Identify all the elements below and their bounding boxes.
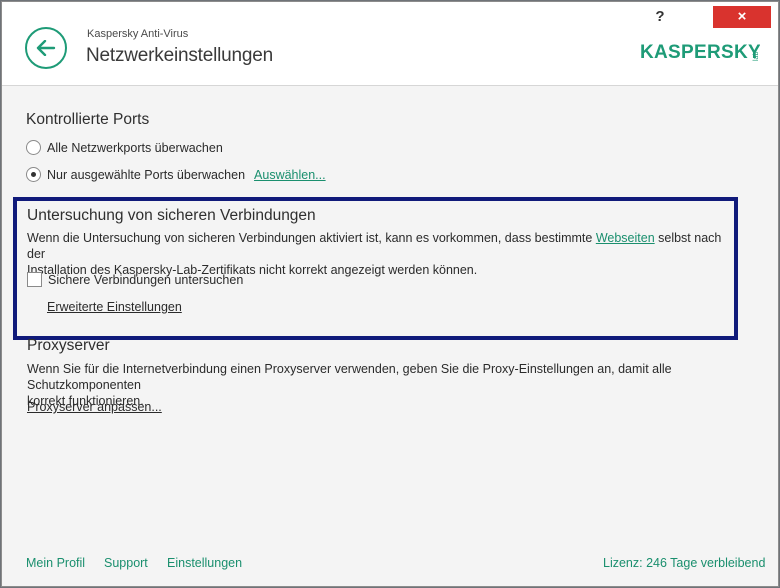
secure-connections-checkbox[interactable] <box>27 272 42 287</box>
close-button[interactable]: × <box>713 6 771 28</box>
svg-text:KASPERSKY: KASPERSKY <box>640 42 760 63</box>
proxy-section-title: Proxyserver <box>27 337 110 354</box>
radio-all-ports-label: Alle Netzwerkports überwachen <box>47 140 223 155</box>
app-window: Kaspersky Anti-Virus Netzwerkeinstellung… <box>1 1 779 587</box>
back-button[interactable] <box>25 27 67 69</box>
select-ports-link[interactable]: Auswählen... <box>254 168 326 182</box>
radio-selected-ports-label: Nur ausgewählte Ports überwachen <box>47 167 246 182</box>
license-link[interactable]: Lizenz: 246 Tage verbleibend <box>603 556 765 570</box>
secure-description: Wenn die Untersuchung von sicheren Verbi… <box>27 230 727 278</box>
header: Kaspersky Anti-Virus Netzwerkeinstellung… <box>2 2 778 86</box>
help-button[interactable]: ? <box>647 6 673 28</box>
secure-connections-label: Sichere Verbindungen untersuchen <box>48 272 244 287</box>
page-title: Netzwerkeinstellungen <box>86 45 273 66</box>
footer: Mein Profil Support Einstellungen Lizenz… <box>2 550 778 576</box>
arrow-left-icon <box>36 40 56 56</box>
checkbox-row-secure[interactable]: Sichere Verbindungen untersuchen <box>27 272 243 287</box>
settings-link[interactable]: Einstellungen <box>167 556 242 570</box>
secure-desc-text1: Wenn die Untersuchung von sicheren Verbi… <box>27 231 596 245</box>
radio-all-ports[interactable] <box>26 140 41 155</box>
ports-section-title: Kontrollierte Ports <box>26 111 150 128</box>
my-profile-link[interactable]: Mein Profil <box>26 556 85 570</box>
radio-selected-ports[interactable] <box>26 167 41 182</box>
kaspersky-logo: KASPERSKY lab <box>640 42 760 63</box>
app-name: Kaspersky Anti-Virus <box>87 28 189 40</box>
support-link[interactable]: Support <box>104 556 148 570</box>
proxy-desc-line1: Wenn Sie für die Internetverbindung eine… <box>27 362 672 392</box>
radio-row-all-ports[interactable]: Alle Netzwerkports überwachen <box>26 140 223 155</box>
websites-link[interactable]: Webseiten <box>596 231 655 245</box>
radio-row-selected-ports[interactable]: Nur ausgewählte Ports überwachen Auswähl… <box>26 167 326 182</box>
secure-section-title: Untersuchung von sicheren Verbindungen <box>27 207 316 224</box>
advanced-settings-link[interactable]: Erweiterte Einstellungen <box>47 299 182 315</box>
proxy-configure-link[interactable]: Proxyserver anpassen... <box>27 399 162 415</box>
svg-text:lab: lab <box>753 52 760 61</box>
